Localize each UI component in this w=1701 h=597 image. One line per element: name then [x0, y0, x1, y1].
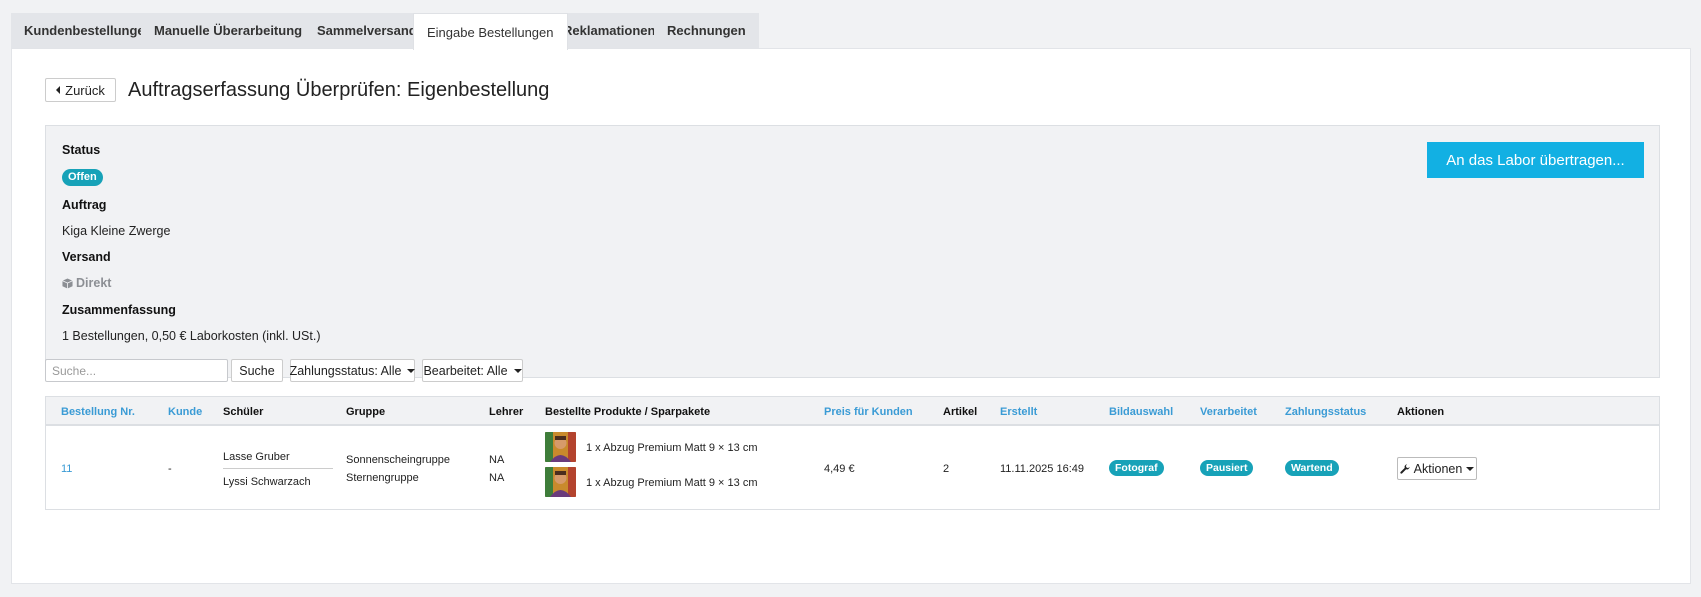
page-title: Auftragserfassung Überprüfen: Eigenbeste…: [128, 79, 550, 101]
col-student: Schüler: [223, 406, 264, 418]
caret-down-icon: [513, 368, 522, 373]
product-thumbnail[interactable]: [545, 467, 576, 497]
product-thumbnail[interactable]: [545, 432, 576, 462]
actions-dropdown-button[interactable]: Aktionen: [1397, 457, 1477, 480]
created-cell: 11.11.2025 16:49: [1000, 463, 1085, 475]
search-button[interactable]: Suche: [231, 359, 283, 382]
student-name: Lasse Gruber: [223, 451, 290, 463]
processed-filter[interactable]: Bearbeitet: Alle: [422, 359, 523, 382]
orders-table: Bestellung Nr. Kunde Schüler Gruppe Lehr…: [45, 396, 1660, 510]
teacher-name: NA: [489, 472, 505, 484]
customer-cell: -: [168, 463, 172, 475]
caret-down-icon: [407, 368, 416, 373]
search-input[interactable]: [45, 359, 228, 382]
payment-status-filter[interactable]: Zahlungsstatus: Alle: [290, 359, 416, 382]
items-cell: 2: [943, 463, 950, 475]
summary-label: Zusammenfassung: [62, 303, 176, 317]
caret-left-icon: [56, 86, 61, 94]
col-group: Gruppe: [346, 406, 386, 418]
content-card: Zurück Auftragserfassung Überprüfen: Eig…: [11, 48, 1691, 584]
order-info-panel: Status Offen Auftrag Kiga Kleine Zwerge …: [45, 125, 1660, 378]
table-header: Bestellung Nr. Kunde Schüler Gruppe Lehr…: [46, 397, 1659, 426]
back-button[interactable]: Zurück: [45, 78, 116, 102]
group-name: Sternengruppe: [346, 472, 419, 484]
col-created[interactable]: Erstellt: [1000, 406, 1037, 418]
divider: [223, 468, 333, 469]
col-teacher: Lehrer: [489, 406, 524, 418]
box-icon: [62, 277, 73, 289]
auftrag-value: Kiga Kleine Zwerge: [62, 224, 171, 238]
col-customer[interactable]: Kunde: [168, 406, 202, 418]
auftrag-label: Auftrag: [62, 198, 107, 212]
col-image-selection[interactable]: Bildauswahl: [1109, 406, 1173, 418]
tab-rechnungen[interactable]: Rechnungen: [654, 13, 759, 48]
payment-status-badge: Wartend: [1285, 460, 1339, 476]
caret-down-icon: [1466, 466, 1475, 471]
image-selection-badge: Fotograf: [1109, 460, 1164, 476]
tab-reklamationen[interactable]: Reklamationen: [550, 13, 669, 48]
product-name: 1 x Abzug Premium Matt 9 × 13 cm: [586, 477, 758, 489]
col-items: Artikel: [943, 406, 978, 418]
processed-badge: Pausiert: [1200, 460, 1254, 476]
tab-manuelle-ueberarbeitung[interactable]: Manuelle Überarbeitung3: [141, 13, 330, 48]
teacher-name: NA: [489, 454, 505, 466]
col-price[interactable]: Preis für Kunden: [824, 406, 913, 418]
col-processed[interactable]: Verarbeitet: [1200, 406, 1257, 418]
status-label: Status: [62, 143, 101, 157]
col-products: Bestellte Produkte / Sparpakete: [545, 406, 711, 418]
col-order-no[interactable]: Bestellung Nr.: [61, 406, 135, 418]
tab-eingabe-bestellungen[interactable]: Eingabe Bestellungen: [413, 13, 568, 50]
versand-label: Versand: [62, 250, 111, 264]
col-payment-status[interactable]: Zahlungsstatus: [1285, 406, 1366, 418]
student-name: Lyssi Schwarzach: [223, 476, 311, 488]
product-name: 1 x Abzug Premium Matt 9 × 13 cm: [586, 442, 758, 454]
versand-value: Direkt: [62, 276, 111, 290]
summary-value: 1 Bestellungen, 0,50 € Laborkosten (inkl…: [62, 329, 321, 343]
col-actions: Aktionen: [1397, 406, 1445, 418]
transfer-to-lab-button[interactable]: An das Labor übertragen...: [1427, 142, 1644, 178]
group-name: Sonnenscheingruppe: [346, 454, 450, 466]
wrench-icon: [1400, 463, 1410, 474]
order-number-link[interactable]: 11: [61, 463, 72, 475]
tab-sammelversand[interactable]: Sammelversand: [304, 13, 430, 48]
price-cell: 4,49 €: [824, 463, 855, 475]
status-badge: Offen: [62, 169, 103, 186]
